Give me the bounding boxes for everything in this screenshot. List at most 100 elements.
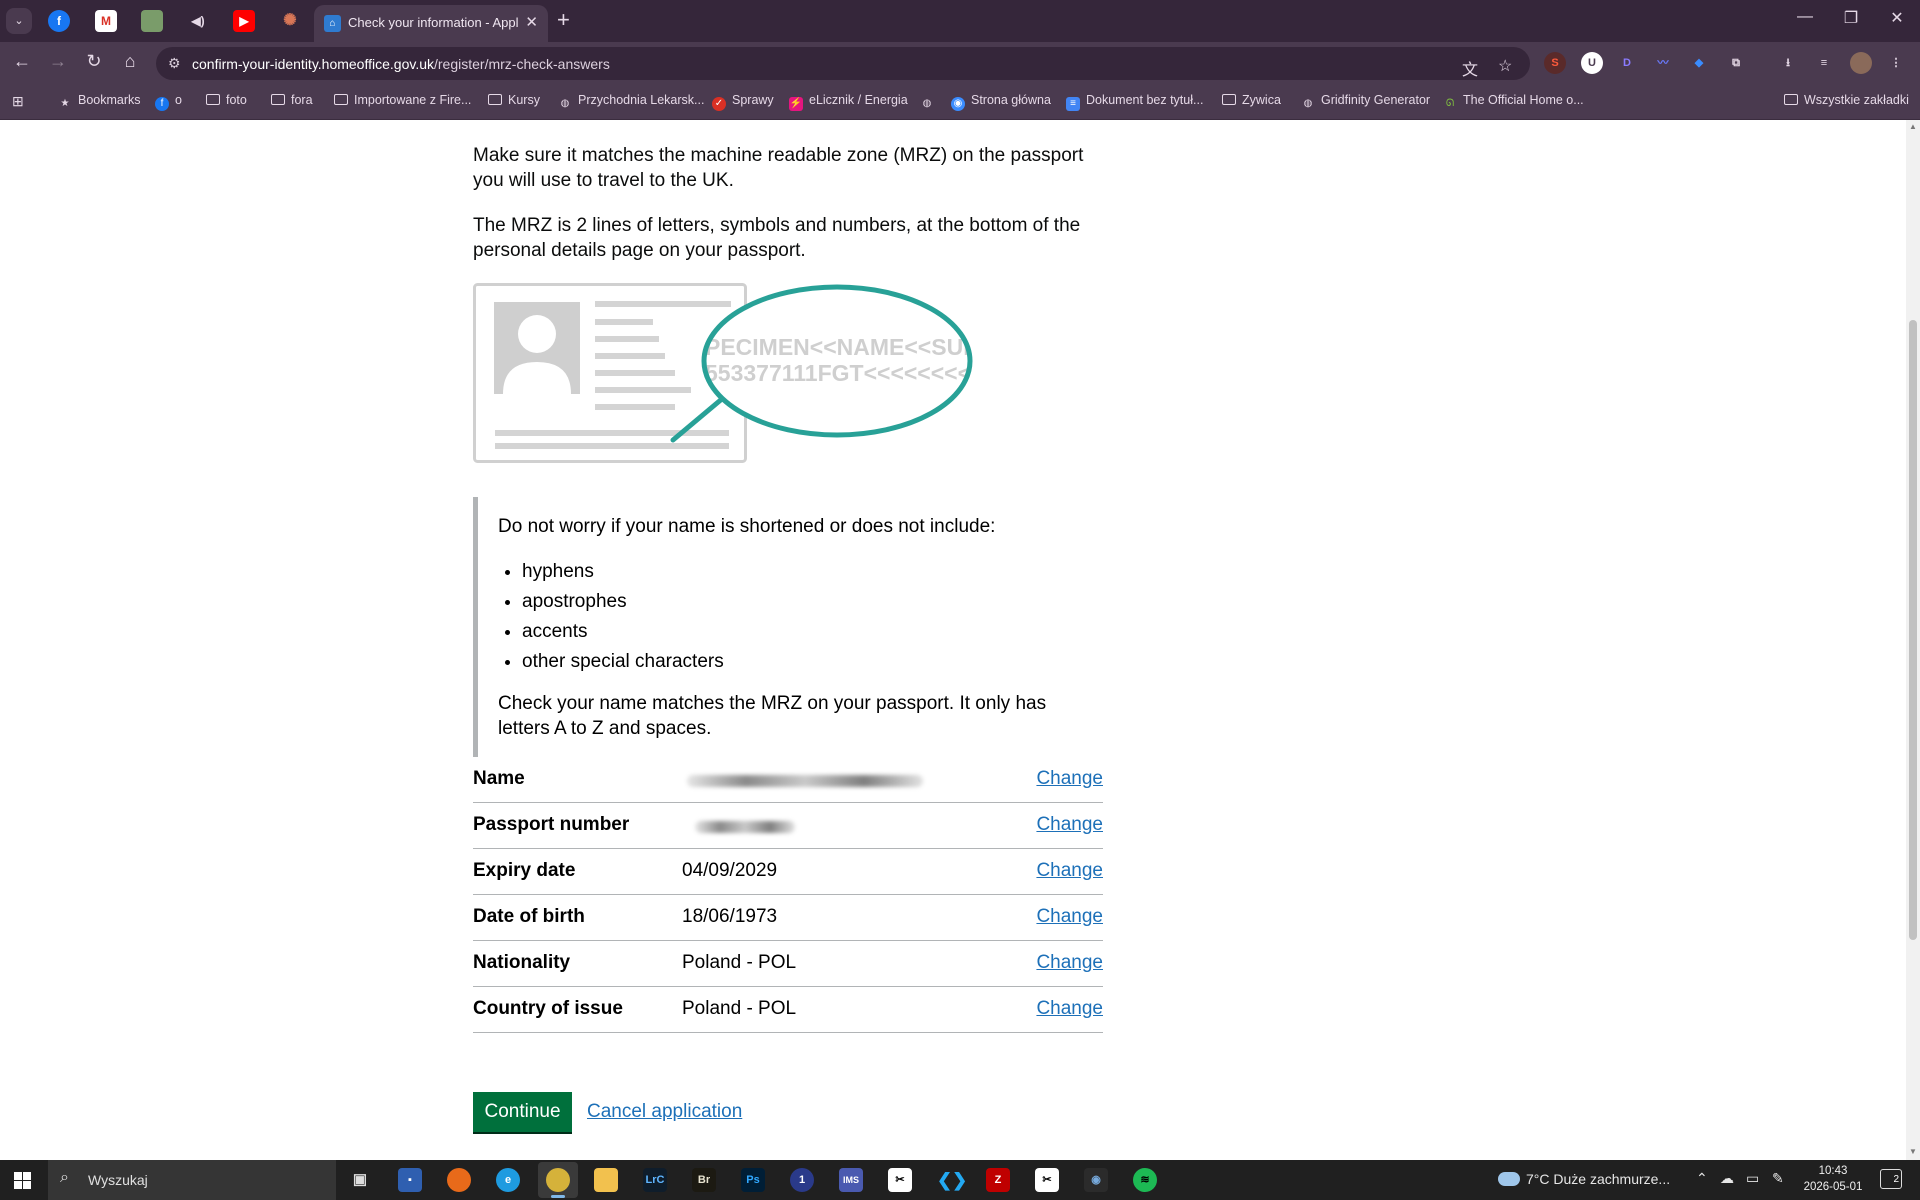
pinned-tab-app[interactable] xyxy=(141,10,163,32)
extension-d-icon[interactable]: D xyxy=(1616,52,1638,74)
folder-icon xyxy=(206,94,220,105)
change-nationality-link[interactable]: Change xyxy=(1036,952,1103,974)
davinci-resolve-icon[interactable]: ◉ xyxy=(1084,1168,1108,1192)
bookmarks-bar: ⊞ ★ Bookmarks fo foto fora Importowane z … xyxy=(0,84,1920,120)
lightroom-classic-icon[interactable]: LrC xyxy=(643,1168,667,1192)
vscode-icon[interactable]: ❮❯ xyxy=(937,1168,967,1192)
bookmark-item[interactable]: ᘏ The Official Home o... xyxy=(1443,93,1584,111)
notification-center-icon[interactable]: 2 xyxy=(1880,1169,1902,1189)
address-bar[interactable]: ⚙ confirm-your-identity.homeoffice.gov.u… xyxy=(156,47,1530,80)
browser-toolbar: ← → ↻ ⌂ ⚙ confirm-your-identity.homeoffi… xyxy=(0,42,1920,84)
ims-app-icon[interactable]: IMS xyxy=(839,1168,863,1192)
home-icon[interactable]: ⌂ xyxy=(118,51,142,72)
extension-tag-icon[interactable]: ◆ xyxy=(1688,52,1710,74)
page-scrollbar[interactable]: ▲ ▼ xyxy=(1906,120,1920,1160)
summary-key: Expiry date xyxy=(473,860,576,881)
bookmark-folder[interactable]: foto xyxy=(206,93,247,107)
filezilla-icon[interactable]: Z xyxy=(986,1168,1010,1192)
task-view-icon[interactable]: ▣ xyxy=(348,1168,372,1192)
bookmark-folder[interactable]: Zywica xyxy=(1222,93,1281,107)
new-tab-icon[interactable]: + xyxy=(557,7,570,33)
capcut-icon[interactable]: ✂ xyxy=(888,1168,912,1192)
all-bookmarks-folder[interactable]: Wszystkie zakładki xyxy=(1784,93,1909,107)
menu-kebab-icon[interactable]: ⋮ xyxy=(1885,52,1907,74)
download-icon[interactable]: ⭳ xyxy=(1777,52,1799,74)
bookmark-item[interactable]: ⚡ eLicznik / Energia xyxy=(789,93,908,111)
extensions-puzzle-icon[interactable]: ⧉ xyxy=(1725,52,1747,74)
bookmark-folder[interactable]: Importowane z Fire... xyxy=(334,93,471,107)
continue-button[interactable]: Continue xyxy=(473,1092,572,1132)
name-guidance-inset: Do not worry if your name is shortened o… xyxy=(473,497,1103,757)
pen-icon[interactable]: ✎ xyxy=(1772,1170,1784,1187)
spotify-icon[interactable]: ≋ xyxy=(1133,1168,1157,1192)
pinned-tab-audio-icon[interactable]: ◀) xyxy=(187,10,209,32)
bookmark-item[interactable]: ◍ xyxy=(920,93,940,111)
pinned-tab-gmail[interactable]: M xyxy=(95,10,117,32)
pinned-tab-youtube[interactable]: ▶ xyxy=(233,10,255,32)
bookmark-item[interactable]: ◉ Strona główna xyxy=(951,93,1051,111)
bookmark-item[interactable]: ◍ Przychodnia Lekarsk... xyxy=(558,93,705,111)
mrz-line-1: PECIMEN<<NAME<<SUI xyxy=(705,334,970,360)
firefox-icon[interactable] xyxy=(447,1168,471,1192)
folder-icon xyxy=(488,94,502,105)
bookmark-folder[interactable]: fora xyxy=(271,93,313,107)
cancel-application-link[interactable]: Cancel application xyxy=(587,1101,742,1123)
scroll-down-icon[interactable]: ▼ xyxy=(1909,1147,1917,1156)
scrollbar-thumb[interactable] xyxy=(1909,320,1917,940)
close-tab-icon[interactable]: ✕ xyxy=(525,13,538,31)
bookmark-item[interactable]: fo xyxy=(155,93,182,111)
bridge-icon[interactable]: Br xyxy=(692,1168,716,1192)
pinned-tab-claude[interactable]: ✺ xyxy=(279,10,301,32)
bookmark-folder[interactable]: Kursy xyxy=(488,93,540,107)
file-explorer-icon[interactable] xyxy=(594,1168,618,1192)
summary-row-country-of-issue: Country of issue Poland - POL Change xyxy=(473,987,1103,1033)
restore-icon[interactable]: ❐ xyxy=(1836,8,1866,28)
clock-date: 2026-05-01 xyxy=(1803,1181,1863,1193)
profile-avatar[interactable] xyxy=(1850,52,1872,74)
taskbar-search-box[interactable]: ⌕ Wyszukaj xyxy=(48,1160,336,1200)
active-tab[interactable]: ⌂ Check your information - Apply ✕ xyxy=(314,5,548,42)
media-queue-icon[interactable]: ≡ xyxy=(1813,52,1835,74)
forward-icon[interactable]: → xyxy=(46,51,70,72)
change-country-of-issue-link[interactable]: Change xyxy=(1036,998,1103,1020)
bookmark-item[interactable]: ✓ Sprawy xyxy=(712,93,774,111)
change-name-link[interactable]: Change xyxy=(1036,768,1103,790)
system-clock[interactable]: 10:43 2026-05-01 xyxy=(1798,1163,1868,1195)
scroll-up-icon[interactable]: ▲ xyxy=(1909,122,1917,131)
onedrive-icon[interactable]: ☁ xyxy=(1720,1170,1734,1187)
weather-widget[interactable]: 7°C Duże zachmurze... xyxy=(1498,1171,1670,1187)
extension-wave-icon[interactable]: 〰 xyxy=(1652,52,1674,74)
window-close-icon[interactable]: ✕ xyxy=(1882,8,1912,28)
tray-expand-icon[interactable]: ⌃ xyxy=(1696,1170,1708,1187)
minimize-icon[interactable]: — xyxy=(1790,8,1820,26)
password-manager-icon[interactable]: 1 xyxy=(790,1168,814,1192)
change-date-of-birth-link[interactable]: Change xyxy=(1036,906,1103,928)
extension-red-icon[interactable]: S xyxy=(1544,52,1566,74)
weather-text: 7°C Duże zachmurze... xyxy=(1526,1171,1671,1187)
chrome-icon[interactable] xyxy=(546,1168,570,1192)
pinned-tab-facebook[interactable]: f xyxy=(48,10,70,32)
url-text[interactable]: confirm-your-identity.homeoffice.gov.uk/… xyxy=(192,56,610,72)
bookmark-item[interactable]: ★ Bookmarks xyxy=(58,93,141,111)
change-expiry-date-link[interactable]: Change xyxy=(1036,860,1103,882)
search-icon: ⌕ xyxy=(60,1169,69,1186)
save-disk-app-icon[interactable]: ▪ xyxy=(398,1168,422,1192)
globe-icon: ◍ xyxy=(560,98,570,109)
capcut-alt-icon[interactable]: ✂ xyxy=(1035,1168,1059,1192)
bookmark-item[interactable]: ≡ Dokument bez tytuł... xyxy=(1066,93,1203,111)
apps-grid-icon[interactable]: ⊞ xyxy=(12,93,24,110)
extension-u-icon[interactable]: U xyxy=(1581,52,1603,74)
bookmark-item[interactable]: ◍ Gridfinity Generator xyxy=(1301,93,1430,111)
site-info-icon[interactable]: ⚙ xyxy=(168,55,181,72)
network-icon[interactable]: ▭ xyxy=(1746,1170,1759,1187)
tab-search-chevron-icon[interactable]: ⌄ xyxy=(6,8,32,34)
back-icon[interactable]: ← xyxy=(10,51,34,72)
todo-icon: ✓ xyxy=(712,97,726,111)
photoshop-icon[interactable]: Ps xyxy=(741,1168,765,1192)
translate-icon[interactable]: 文 xyxy=(1462,56,1478,80)
change-passport-number-link[interactable]: Change xyxy=(1036,814,1103,836)
edge-icon[interactable]: e xyxy=(496,1168,520,1192)
windows-start-icon[interactable] xyxy=(14,1172,31,1189)
reload-icon[interactable]: ↻ xyxy=(82,51,106,72)
bookmark-star-icon[interactable]: ☆ xyxy=(1498,56,1512,76)
